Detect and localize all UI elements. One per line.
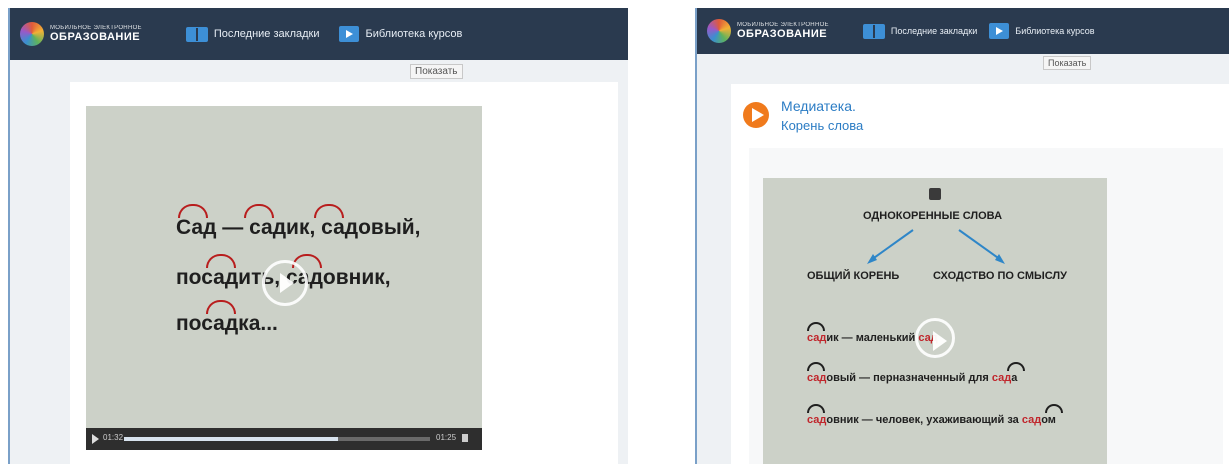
example-text: а [1011, 372, 1018, 384]
root-arc [807, 362, 825, 371]
root-arc [1007, 362, 1025, 371]
video-player[interactable]: ОДНОКОРЕННЫЕ СЛОВА ОБЩИЙ КОРЕНЬ СХОДСТВО… [763, 178, 1107, 464]
video-controls: 01:32 01:25 [86, 428, 482, 450]
media-subtitle[interactable]: Корень слова [781, 118, 863, 133]
book-icon [862, 23, 885, 39]
example-text: ик — маленький [826, 332, 916, 344]
total-time: 01:25 [436, 433, 457, 442]
logo-subtitle: МОБИЛЬНОЕ ЭЛЕКТРОННОЕ [737, 22, 829, 28]
logo[interactable]: МОБИЛЬНОЕ ЭЛЕКТРОННОЕ ОБРАЗОВАНИЕ [707, 19, 829, 43]
top-navigation-bar: МОБИЛЬНОЕ ЭЛЕКТРОННОЕ ОБРАЗОВАНИЕ Послед… [697, 8, 1229, 54]
show-button[interactable]: Показать [1043, 56, 1092, 70]
arrow-right [958, 229, 1002, 261]
course-library-label: Библиотека курсов [365, 28, 463, 40]
logo[interactable]: МОБИЛЬНОЕ ЭЛЕКТРОННОЕ ОБРАЗОВАНИЕ [20, 22, 142, 46]
play-overlay-icon[interactable] [915, 318, 955, 358]
volume-icon[interactable] [462, 434, 468, 442]
example-text: ом [1041, 414, 1056, 426]
example-root: сад [807, 414, 827, 426]
play-overlay-icon[interactable] [262, 260, 308, 306]
video-library-icon [989, 23, 1010, 39]
example-root: сад [807, 332, 827, 344]
media-library-icon [743, 102, 769, 128]
root-arc [807, 404, 825, 413]
video-player[interactable]: Сад — садик, садовый, посадить, садовник… [86, 106, 482, 450]
logo-title: ОБРАЗОВАНИЕ [50, 31, 141, 43]
example-text: овник — человек, ухаживающий за [826, 414, 1019, 426]
example-text: овый — перназначенный для [826, 372, 989, 384]
arrow-right-head [995, 254, 1005, 264]
recent-bookmarks-label: Последние закладки [213, 28, 320, 40]
root-arc [1045, 404, 1063, 413]
show-button[interactable]: Показать [410, 64, 463, 79]
arrow-left-head [867, 254, 877, 264]
course-library-label: Библиотека курсов [1015, 26, 1095, 36]
example-2: садовый — перназначенный для сада [807, 372, 1017, 384]
arrow-left [870, 229, 914, 261]
course-library-link[interactable]: Библиотека курсов [339, 26, 462, 42]
diagram-right: СХОДСТВО ПО СМЫСЛУ [933, 270, 1067, 282]
logo-icon [20, 22, 44, 46]
progress-bar[interactable] [124, 437, 430, 441]
video-library-icon [339, 26, 360, 42]
slide-line-3: посадка... [176, 312, 278, 335]
recent-bookmarks-link[interactable]: Последние закладки [862, 23, 978, 39]
logo-subtitle: МОБИЛЬНОЕ ЭЛЕКТРОННОЕ [50, 25, 142, 31]
slide-line-1: Сад — садик, садовый, [176, 216, 421, 239]
book-icon [185, 26, 208, 42]
example-root: сад [807, 372, 827, 384]
media-title[interactable]: Медиатека. [781, 98, 856, 114]
logo-icon [707, 19, 731, 43]
logo-title: ОБРАЗОВАНИЕ [737, 28, 828, 40]
top-navigation-bar: МОБИЛЬНОЕ ЭЛЕКТРОННОЕ ОБРАЗОВАНИЕ Послед… [10, 8, 628, 60]
root-arc [807, 322, 825, 331]
progress-fill [124, 437, 339, 441]
play-icon[interactable] [92, 434, 99, 444]
example-root: сад [1021, 414, 1042, 426]
diagram-left: ОБЩИЙ КОРЕНЬ [807, 270, 900, 282]
recent-bookmarks-link[interactable]: Последние закладки [185, 26, 320, 42]
current-time: 01:32 [103, 433, 124, 442]
recent-bookmarks-label: Последние закладки [890, 26, 978, 36]
course-library-link[interactable]: Библиотека курсов [989, 23, 1095, 39]
example-root: сад [991, 372, 1012, 384]
left-screenshot: МОБИЛЬНОЕ ЭЛЕКТРОННОЕ ОБРАЗОВАНИЕ Послед… [8, 8, 628, 464]
example-3: садовник — человек, ухаживающий за садом [807, 414, 1056, 426]
right-screenshot: МОБИЛЬНОЕ ЭЛЕКТРОННОЕ ОБРАЗОВАНИЕ Послед… [695, 8, 1229, 464]
